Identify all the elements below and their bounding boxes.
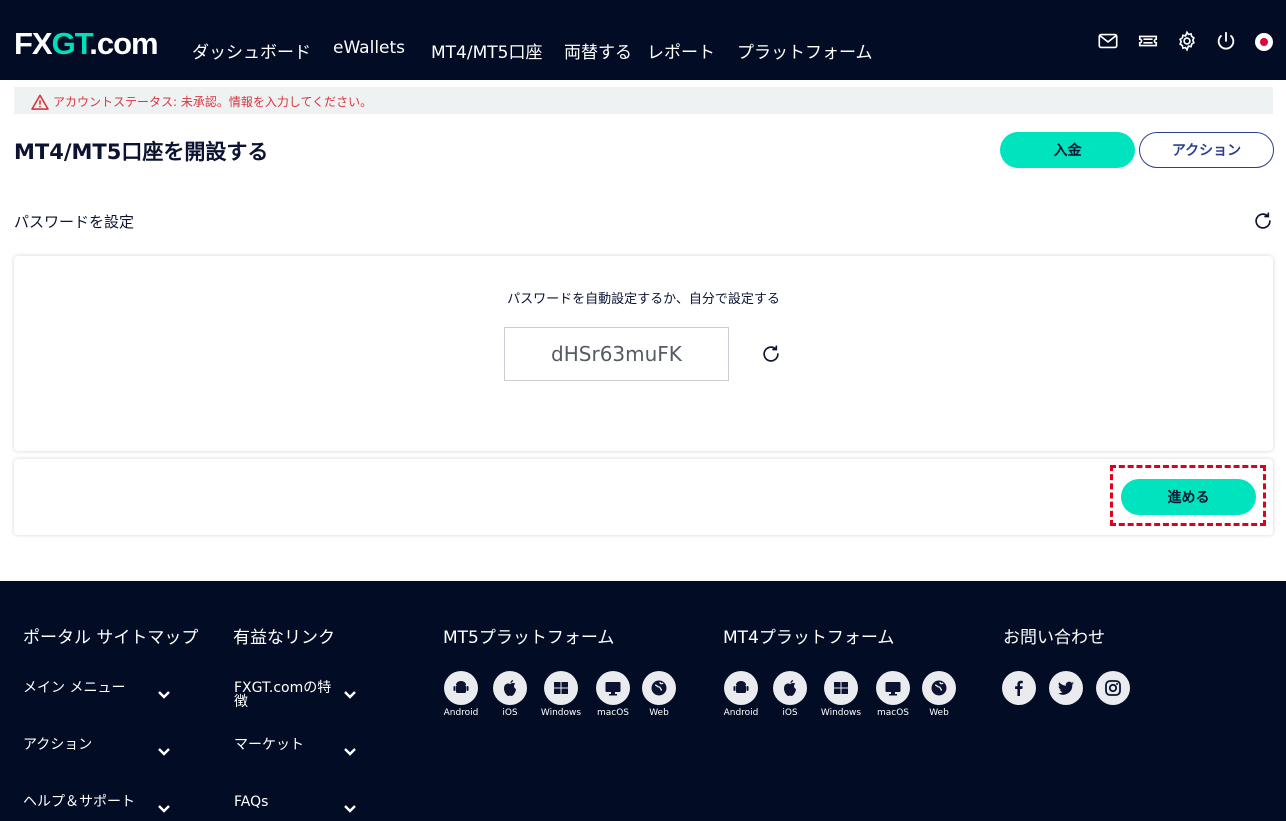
fxgt-logo[interactable]: FXGT.com — [14, 26, 159, 62]
nav-reports[interactable]: レポート — [647, 38, 715, 63]
globe-icon — [922, 671, 956, 705]
ticket-icon[interactable] — [1137, 30, 1159, 52]
password-field[interactable] — [504, 327, 729, 381]
mail-icon[interactable] — [1097, 30, 1119, 52]
gear-icon[interactable] — [1176, 30, 1198, 52]
footer-item-faqs[interactable]: FAQs — [234, 795, 268, 809]
apple-icon — [773, 671, 807, 705]
chevron-down-icon[interactable] — [157, 742, 171, 756]
password-instruction: パスワードを自動設定するか、自分で設定する — [507, 292, 780, 307]
footer-item-markets[interactable]: マーケット — [234, 738, 304, 752]
account-status-banner: アカウントステータス: 未承認。情報を入力してください。 — [14, 87, 1273, 114]
mt5-web-app[interactable]: Web — [629, 671, 689, 718]
chevron-down-icon[interactable] — [343, 685, 357, 699]
next-button[interactable]: 進める — [1121, 479, 1256, 515]
site-footer: ポータル サイトマップ 有益なリンク MT5プラットフォーム MT4プラットフォ… — [0, 581, 1286, 821]
top-navbar: FXGT.com ダッシュボード eWallets MT4/MT5口座 両替する… — [0, 0, 1286, 80]
globe-icon — [642, 671, 676, 705]
regenerate-password-icon[interactable] — [760, 343, 782, 365]
twitter-icon[interactable] — [1049, 671, 1083, 705]
refresh-icon[interactable] — [1252, 210, 1274, 232]
nav-exchange[interactable]: 両替する — [564, 38, 632, 63]
nav-mt4-mt5-accounts[interactable]: MT4/MT5口座 — [431, 38, 542, 63]
footer-item-features[interactable]: FXGT.comの特徴 — [234, 681, 338, 709]
section-label: パスワードを設定 — [14, 213, 135, 231]
password-card: パスワードを自動設定するか、自分で設定する — [14, 256, 1273, 451]
mt5-windows-app[interactable]: Windows — [531, 671, 591, 718]
monitor-icon — [876, 671, 910, 705]
windows-icon — [824, 671, 858, 705]
chevron-down-icon[interactable] — [157, 685, 171, 699]
footer-item-help-support[interactable]: ヘルプ＆サポート — [23, 795, 135, 809]
footer-heading-links: 有益なリンク — [233, 628, 335, 648]
footer-heading-contact: お問い合わせ — [1003, 628, 1105, 648]
instagram-icon[interactable] — [1096, 671, 1130, 705]
nav-platforms[interactable]: プラットフォーム — [737, 38, 873, 63]
footer-heading-sitemap: ポータル サイトマップ — [23, 628, 199, 648]
footer-heading-mt4: MT4プラットフォーム — [723, 628, 895, 648]
japan-flag-icon[interactable] — [1255, 33, 1273, 51]
chevron-down-icon[interactable] — [343, 742, 357, 756]
android-icon — [724, 671, 758, 705]
monitor-icon — [596, 671, 630, 705]
footer-item-main-menu[interactable]: メイン メニュー — [23, 681, 125, 695]
deposit-button[interactable]: 入金 — [1000, 132, 1135, 168]
action-button[interactable]: アクション — [1139, 132, 1274, 168]
apple-icon — [493, 671, 527, 705]
nav-dashboard[interactable]: ダッシュボード — [192, 38, 311, 63]
page-title: MT4/MT5口座を開設する — [14, 140, 269, 164]
android-icon — [444, 671, 478, 705]
facebook-icon[interactable] — [1002, 671, 1036, 705]
footer-item-actions[interactable]: アクション — [23, 738, 92, 752]
nav-ewallets[interactable]: eWallets — [333, 38, 405, 58]
chevron-down-icon[interactable] — [343, 799, 357, 813]
actions-card — [14, 459, 1273, 535]
windows-icon — [544, 671, 578, 705]
chevron-down-icon[interactable] — [157, 799, 171, 813]
power-icon[interactable] — [1215, 30, 1237, 52]
mt4-web-app[interactable]: Web — [909, 671, 969, 718]
mt4-windows-app[interactable]: Windows — [811, 671, 871, 718]
footer-heading-mt5: MT5プラットフォーム — [443, 628, 615, 648]
warning-icon — [31, 94, 49, 110]
status-text: アカウントステータス: 未承認。情報を入力してください。 — [53, 95, 373, 109]
